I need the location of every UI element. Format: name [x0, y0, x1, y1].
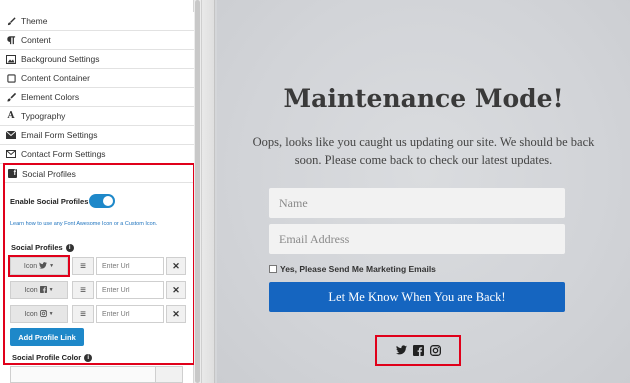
- chevron-down-icon: ▼: [48, 287, 54, 293]
- remove-profile-button[interactable]: ✕: [166, 305, 186, 323]
- menu-item-contact-form-settings[interactable]: Contact Form Settings: [0, 145, 194, 164]
- profile-url-input[interactable]: [96, 305, 164, 323]
- menu-item-label: Theme: [21, 16, 48, 26]
- social-icons-highlight: [375, 335, 461, 366]
- remove-profile-button[interactable]: ✕: [166, 257, 186, 275]
- menu-item-email-form-settings[interactable]: Email Form Settings: [0, 126, 194, 145]
- font-awesome-help-link[interactable]: Learn how to use any Font Awesome Icon o…: [10, 220, 185, 229]
- instagram-icon: [39, 309, 47, 319]
- social-profiles-label: Social Profiles i: [11, 243, 74, 253]
- info-icon[interactable]: i: [65, 244, 74, 253]
- highlight-outline: [8, 255, 70, 277]
- icon-select-instagram[interactable]: Icon ▼: [10, 305, 68, 323]
- paint-brush-icon: [6, 92, 16, 102]
- settings-panel-body: Theme Content Background Settings Conten…: [0, 0, 195, 383]
- name-field[interactable]: [269, 188, 565, 218]
- enable-social-profiles-label: Enable Social Profiles: [10, 197, 89, 206]
- drag-handle-icon[interactable]: ≡: [72, 281, 94, 299]
- menu-item-element-colors[interactable]: Element Colors: [0, 88, 194, 107]
- facebook-icon[interactable]: [412, 345, 424, 356]
- social-profile-row: Icon ▼ ≡ ✕: [10, 281, 186, 299]
- brush-icon: [6, 16, 16, 26]
- twitter-icon[interactable]: [395, 345, 407, 356]
- instagram-icon[interactable]: [429, 345, 441, 356]
- menu-item-label: Content Container: [21, 73, 90, 83]
- envelope-icon: [6, 130, 16, 140]
- profile-url-input[interactable]: [96, 257, 164, 275]
- menu-item-label: Typography: [21, 111, 66, 121]
- info-icon[interactable]: i: [84, 354, 93, 363]
- social-profiles-section: f Social Profiles Enable Social Profiles…: [3, 163, 195, 365]
- social-profiles-label-text: Social Profiles: [11, 243, 63, 252]
- add-profile-link-button[interactable]: Add Profile Link: [10, 328, 84, 346]
- chevron-down-icon: ▼: [48, 311, 54, 317]
- menu-item-content[interactable]: Content: [0, 31, 194, 50]
- facebook-square-icon: f: [8, 169, 17, 178]
- remove-profile-button[interactable]: ✕: [166, 281, 186, 299]
- social-profile-color-label: Social Profile Color i: [12, 353, 93, 363]
- notify-me-button[interactable]: Let Me Know When You are Back!: [269, 282, 565, 312]
- menu-item-label: Email Form Settings: [21, 130, 98, 140]
- icon-select-text: Icon: [24, 286, 38, 294]
- panel-scrollbar[interactable]: [194, 0, 201, 383]
- page-title: Maintenance Mode!: [283, 84, 564, 113]
- profile-url-input[interactable]: [96, 281, 164, 299]
- social-profile-row: Icon ▼ ≡ ✕: [10, 305, 186, 323]
- scrollbar-thumb[interactable]: [195, 0, 200, 383]
- social-profiles-header[interactable]: f Social Profiles: [5, 165, 193, 183]
- toggle-knob: [103, 196, 113, 206]
- social-icons: [377, 337, 459, 364]
- menu-item-label: Background Settings: [21, 54, 100, 64]
- social-profile-row: Icon ▼ ≡ ✕: [8, 255, 186, 277]
- marketing-emails-checkbox[interactable]: [269, 265, 277, 273]
- menu-item-content-container[interactable]: Content Container: [0, 69, 194, 88]
- enable-social-profiles-toggle[interactable]: [89, 194, 115, 208]
- maintenance-preview: Maintenance Mode! Oops, looks like you c…: [217, 0, 630, 383]
- image-icon: [6, 54, 16, 64]
- facebook-icon: [39, 285, 47, 295]
- menu-item-label: Content: [21, 35, 51, 45]
- marketing-emails-label: Yes, Please Send Me Marketing Emails: [280, 264, 436, 274]
- drag-handle-icon[interactable]: ≡: [72, 257, 94, 275]
- envelope-open-icon: [6, 149, 16, 159]
- panel-resize-handle[interactable]: [201, 0, 215, 383]
- color-picker-button[interactable]: [155, 366, 183, 383]
- paragraph-icon: [6, 35, 16, 45]
- menu-item-label: Element Colors: [21, 92, 80, 102]
- icon-select-text: Icon: [24, 310, 38, 318]
- square-icon: [6, 73, 16, 83]
- icon-select-facebook[interactable]: Icon ▼: [10, 281, 68, 299]
- menu-item-typography[interactable]: A Typography: [0, 107, 194, 126]
- menu-item-label: Contact Form Settings: [21, 149, 106, 159]
- settings-panel: Theme Content Background Settings Conten…: [0, 0, 201, 383]
- drag-handle-icon[interactable]: ≡: [72, 305, 94, 323]
- email-field[interactable]: [269, 224, 565, 254]
- font-icon: A: [7, 111, 15, 121]
- social-profiles-title: Social Profiles: [22, 168, 76, 179]
- social-profile-color-text: Social Profile Color: [12, 353, 82, 362]
- maintenance-message: Oops, looks like you caught us updating …: [252, 135, 595, 167]
- menu-item-theme[interactable]: Theme: [0, 12, 194, 31]
- menu-item-background-settings[interactable]: Background Settings: [0, 50, 194, 69]
